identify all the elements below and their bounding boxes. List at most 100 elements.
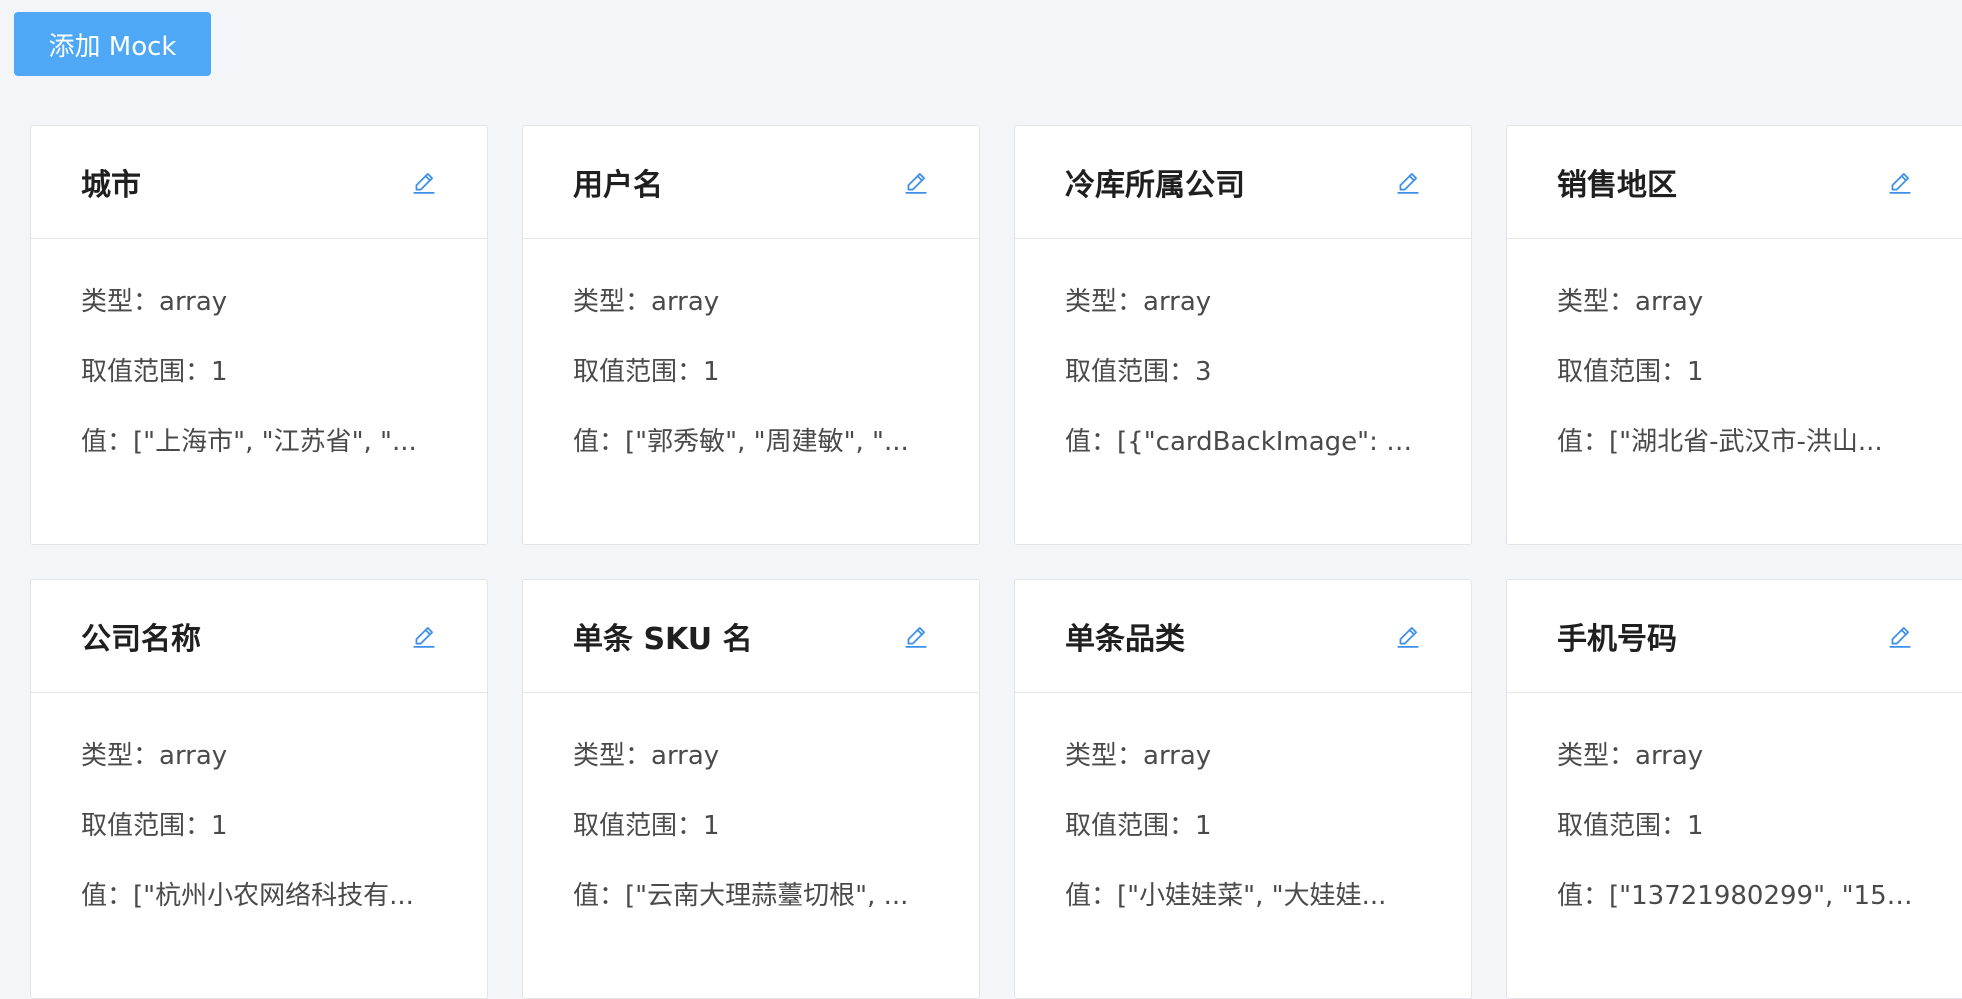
type-value: array: [159, 287, 227, 317]
mock-card: 手机号码类型：array 取值范围：1 值：["13721980299", "150…: [1506, 579, 1962, 999]
card-body: 类型：array 取值范围：1 值：["云南大理蒜薹切根", ...: [523, 693, 979, 911]
pencil-edit-icon[interactable]: [1887, 169, 1913, 195]
type-label: 类型：: [1557, 741, 1635, 771]
mock-card: 城市类型：array取值范围：1值：["上海市", "江苏省", "...: [30, 125, 488, 545]
range-value: 1: [1687, 811, 1704, 841]
add-mock-button[interactable]: 添加 Mock: [14, 12, 211, 76]
value-preview: ["郭秀敏", "周建敏", "...: [625, 427, 909, 457]
value-label: 值：: [1557, 427, 1609, 457]
card-title: 冷库所属公司: [1065, 160, 1245, 204]
type-row: 类型：array: [81, 741, 437, 771]
type-value: array: [1635, 287, 1703, 317]
mock-card: 用户名类型：array 取值范围：1 值：["郭秀敏", "周建敏", "...: [522, 125, 980, 545]
type-value: array: [1143, 287, 1211, 317]
card-header: 冷库所属公司: [1015, 126, 1471, 239]
card-header: 手机号码: [1507, 580, 1962, 693]
type-row: 类型：array: [573, 741, 929, 771]
range-row: 取值范围：1: [573, 357, 929, 387]
card-body: 类型：array 取值范围：1 值：["杭州小农网络科技有...: [31, 693, 487, 911]
range-row: 取值范围：1: [1557, 357, 1913, 387]
value-row: 值：["湖北省-武汉市-洪山...: [1557, 427, 1913, 457]
type-row: 类型：array: [1065, 741, 1421, 771]
value-label: 值：: [81, 881, 133, 911]
type-label: 类型：: [81, 741, 159, 771]
card-title: 公司名称: [81, 614, 201, 658]
type-value: array: [1635, 741, 1703, 771]
range-label: 取值范围：: [1557, 357, 1687, 387]
mock-card: 冷库所属公司类型：array 取值范围：3 值：[{"cardBackImage":…: [1014, 125, 1472, 545]
type-label: 类型：: [81, 287, 159, 317]
type-label: 类型：: [573, 287, 651, 317]
card-body: 类型：array 取值范围：1 值：["小娃娃菜", "大娃娃...: [1015, 693, 1471, 911]
pencil-edit-icon[interactable]: [1887, 623, 1913, 649]
value-preview: ["13721980299", "150...: [1609, 881, 1913, 911]
value-row: 值：["小娃娃菜", "大娃娃...: [1065, 881, 1421, 911]
range-value: 1: [1687, 357, 1704, 387]
card-header: 单条 SKU 名: [523, 580, 979, 693]
card-body: 类型：array 取值范围：1 值：["湖北省-武汉市-洪山...: [1507, 239, 1962, 457]
type-value: array: [159, 741, 227, 771]
type-row: 类型：array: [1557, 741, 1913, 771]
range-value: 1: [1195, 811, 1212, 841]
value-label: 值：: [573, 881, 625, 911]
card-body: 类型：array取值范围：1值：["上海市", "江苏省", "...: [31, 239, 487, 457]
type-row: 类型：array: [1065, 287, 1421, 317]
card-header: 单条品类: [1015, 580, 1471, 693]
pencil-edit-icon[interactable]: [903, 623, 929, 649]
range-label: 取值范围：: [573, 811, 703, 841]
value-preview: ["杭州小农网络科技有...: [133, 881, 414, 911]
range-label: 取值范围：: [1065, 357, 1195, 387]
pencil-edit-icon[interactable]: [1395, 623, 1421, 649]
range-value: 1: [211, 811, 228, 841]
card-header: 公司名称: [31, 580, 487, 693]
mock-card-grid: 城市类型：array取值范围：1值：["上海市", "江苏省", "...用户名…: [30, 125, 1962, 999]
value-label: 值：: [1065, 427, 1117, 457]
type-row: 类型：array: [573, 287, 929, 317]
card-title: 单条 SKU 名: [573, 614, 753, 658]
card-body: 类型：array 取值范围：1 值：["郭秀敏", "周建敏", "...: [523, 239, 979, 457]
value-preview: ["小娃娃菜", "大娃娃...: [1117, 881, 1386, 911]
range-row: 取值范围：1: [1557, 811, 1913, 841]
value-preview: ["云南大理蒜薹切根", ...: [625, 881, 908, 911]
type-label: 类型：: [1557, 287, 1635, 317]
type-value: array: [651, 287, 719, 317]
type-label: 类型：: [1065, 287, 1143, 317]
card-header: 用户名: [523, 126, 979, 239]
type-value: array: [651, 741, 719, 771]
range-row: 取值范围：1: [1065, 811, 1421, 841]
value-label: 值：: [573, 427, 625, 457]
value-row: 值：["13721980299", "150...: [1557, 881, 1913, 911]
card-header: 销售地区: [1507, 126, 1962, 239]
range-label: 取值范围：: [81, 357, 211, 387]
range-label: 取值范围：: [1557, 811, 1687, 841]
card-title: 手机号码: [1557, 614, 1677, 658]
value-preview: ["上海市", "江苏省", "...: [133, 427, 417, 457]
card-body: 类型：array 取值范围：3 值：[{"cardBackImage": {...: [1015, 239, 1471, 457]
type-row: 类型：array: [1557, 287, 1913, 317]
range-value: 1: [703, 357, 720, 387]
value-preview: ["湖北省-武汉市-洪山...: [1609, 427, 1883, 457]
value-row: 值：["杭州小农网络科技有...: [81, 881, 437, 911]
card-title: 城市: [81, 160, 141, 204]
value-preview: [{"cardBackImage": {...: [1117, 427, 1421, 457]
range-value: 1: [211, 357, 228, 387]
card-title: 用户名: [573, 160, 663, 204]
pencil-edit-icon[interactable]: [411, 169, 437, 195]
pencil-edit-icon[interactable]: [1395, 169, 1421, 195]
value-row: 值：["云南大理蒜薹切根", ...: [573, 881, 929, 911]
mock-card: 单条品类类型：array 取值范围：1 值：["小娃娃菜", "大娃娃...: [1014, 579, 1472, 999]
mock-card: 公司名称类型：array 取值范围：1 值：["杭州小农网络科技有...: [30, 579, 488, 999]
pencil-edit-icon[interactable]: [411, 623, 437, 649]
range-row: 取值范围：1: [573, 811, 929, 841]
value-row: 值：["郭秀敏", "周建敏", "...: [573, 427, 929, 457]
range-row: 取值范围：3: [1065, 357, 1421, 387]
range-value: 3: [1195, 357, 1212, 387]
pencil-edit-icon[interactable]: [903, 169, 929, 195]
range-row: 取值范围：1: [81, 357, 437, 387]
card-body: 类型：array 取值范围：1 值：["13721980299", "150...: [1507, 693, 1962, 911]
type-label: 类型：: [573, 741, 651, 771]
range-row: 取值范围：1: [81, 811, 437, 841]
type-label: 类型：: [1065, 741, 1143, 771]
card-title: 销售地区: [1557, 160, 1677, 204]
card-header: 城市: [31, 126, 487, 239]
